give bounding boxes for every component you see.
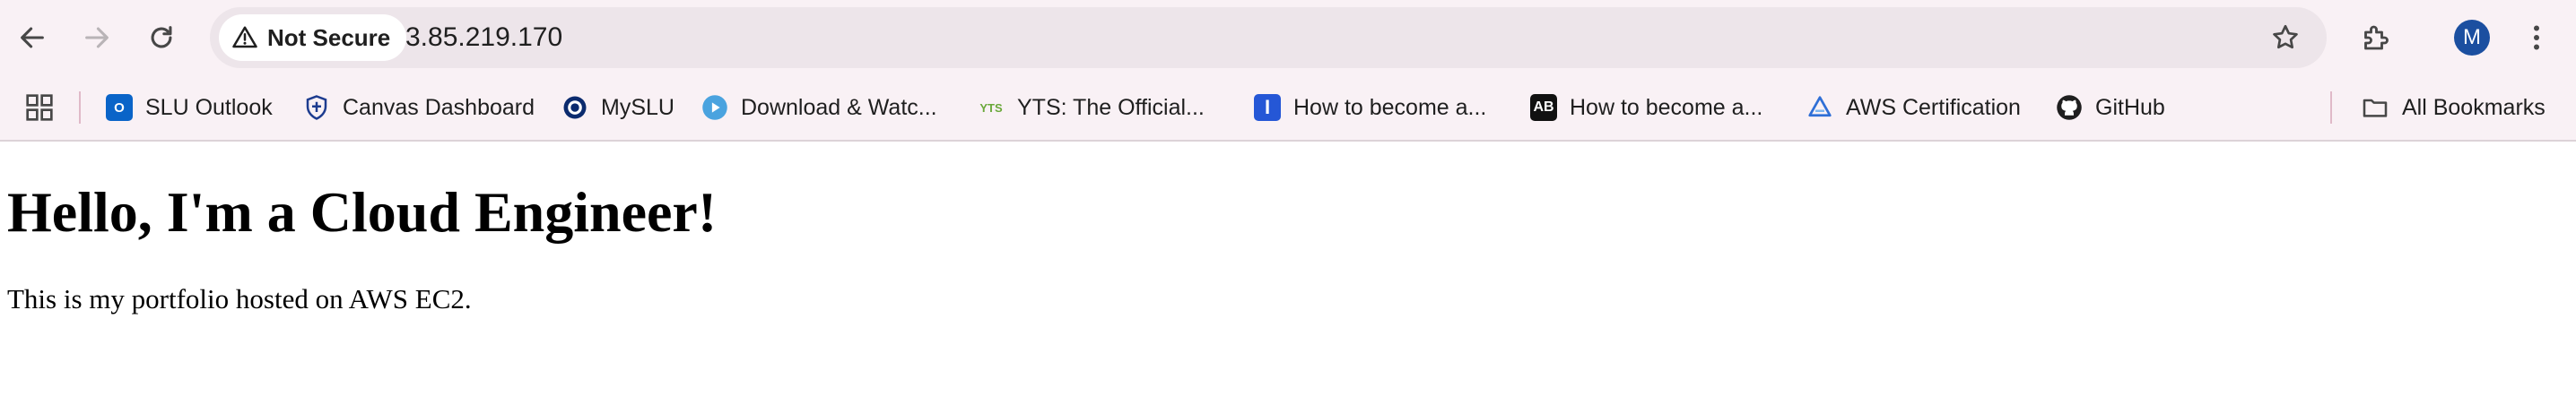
- arrow-left-icon: [21, 27, 44, 48]
- folder-icon: [2363, 99, 2388, 117]
- yts-icon: YTS: [979, 100, 1003, 115]
- bookmark-how-to-become-2[interactable]: AB How to become a...: [1530, 88, 1762, 127]
- github-icon: [2056, 94, 2083, 121]
- indeed-icon: I: [1254, 94, 1281, 121]
- reload-icon: [151, 26, 172, 48]
- bookmark-slu-outlook[interactable]: O SLU Outlook: [106, 88, 273, 127]
- bookmark-label: YTS: The Official...: [1017, 94, 1205, 120]
- web-page-content: Hello, I'm a Cloud Engineer! This is my …: [0, 142, 2576, 405]
- bookmark-canvas-dashboard[interactable]: Canvas Dashboard: [303, 88, 535, 127]
- bookmark-aws-certification[interactable]: AWS Certification: [1806, 88, 2021, 127]
- kebab-menu-icon: [2534, 25, 2539, 50]
- star-icon: [2273, 24, 2298, 49]
- bookmark-label: SLU Outlook: [145, 94, 273, 120]
- bookmark-label: AWS Certification: [1846, 94, 2021, 120]
- bookmark-myslu[interactable]: MySLU: [561, 88, 674, 127]
- menu-button[interactable]: [2511, 13, 2562, 63]
- forward-button[interactable]: [72, 13, 122, 63]
- apps-grid-icon[interactable]: [25, 93, 54, 122]
- bookmark-label: How to become a...: [1570, 94, 1763, 120]
- bookmark-label: How to become a...: [1293, 94, 1487, 120]
- shield-crest-icon: [303, 94, 330, 121]
- page-heading: Hello, I'm a Cloud Engineer!: [7, 180, 718, 244]
- bookmark-how-to-become-1[interactable]: I How to become a...: [1254, 88, 1486, 127]
- aws-icon: [1806, 94, 1833, 121]
- all-bookmarks-button[interactable]: All Bookmarks: [2361, 88, 2546, 127]
- url-text[interactable]: 3.85.219.170: [405, 7, 562, 68]
- bookmarks-separator: [79, 91, 81, 124]
- puzzle-icon: [2364, 25, 2389, 50]
- bookmark-yts[interactable]: YTS YTS: The Official...: [978, 88, 1205, 127]
- bookmark-github[interactable]: GitHub: [2056, 88, 2165, 127]
- back-button[interactable]: [7, 13, 57, 63]
- play-icon: [701, 94, 728, 121]
- profile-avatar[interactable]: M: [2454, 20, 2490, 56]
- bookmarks-bar: O SLU Outlook Canvas Dashboard MySLU Dow…: [0, 75, 2576, 142]
- outlook-icon: O: [106, 94, 133, 121]
- bookmark-label: MySLU: [601, 94, 674, 120]
- page-paragraph: This is my portfolio hosted on AWS EC2.: [7, 283, 472, 315]
- all-bookmarks-label: All Bookmarks: [2402, 94, 2546, 120]
- reload-button[interactable]: [136, 13, 187, 63]
- bookmark-label: Canvas Dashboard: [343, 94, 535, 120]
- security-chip[interactable]: Not Secure: [219, 14, 407, 61]
- bookmarks-separator: [2330, 91, 2332, 124]
- arrow-right-icon: [85, 27, 109, 48]
- bookmark-label: Download & Watc...: [741, 94, 937, 120]
- warning-icon: [232, 26, 257, 48]
- bookmark-download-watch[interactable]: Download & Watc...: [701, 88, 937, 127]
- bookmark-label: GitHub: [2095, 94, 2165, 120]
- browser-toolbar: Not Secure 3.85.219.170 M: [0, 0, 2576, 75]
- bookmark-star-button[interactable]: [2267, 20, 2303, 56]
- ab-icon: AB: [1530, 94, 1557, 121]
- security-label: Not Secure: [267, 23, 391, 51]
- address-bar[interactable]: Not Secure 3.85.219.170: [210, 7, 2327, 68]
- extensions-button[interactable]: [2350, 13, 2400, 63]
- myslu-circle-icon: [561, 94, 588, 121]
